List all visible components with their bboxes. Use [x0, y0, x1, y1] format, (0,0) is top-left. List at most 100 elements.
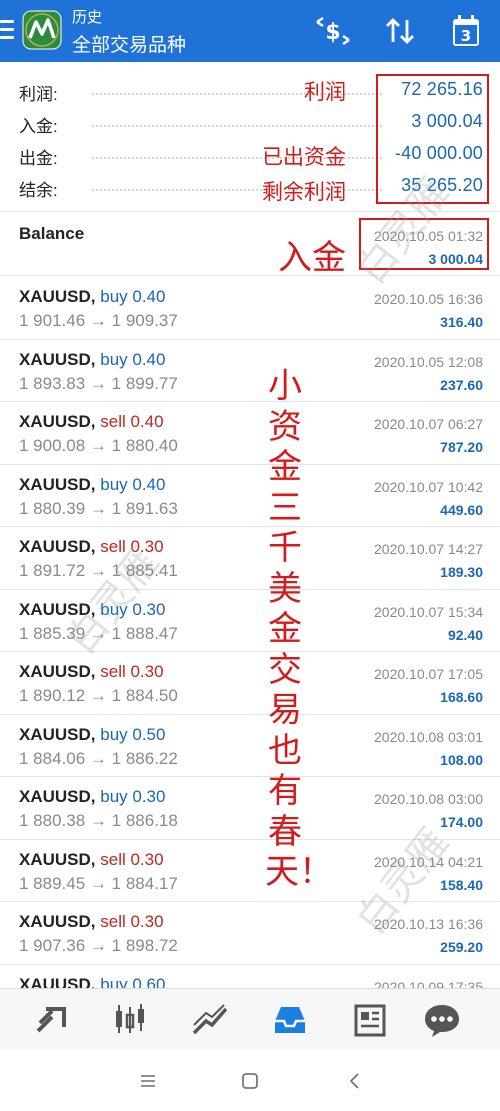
trade-row[interactable]: XAUUSD, sell 0.30 1 891.72 → 1 885.41 2020…	[0, 527, 500, 590]
trade-prices: 1 907.36 → 1 898.72	[19, 936, 178, 956]
symbol-label: XAUUSD,	[19, 537, 96, 556]
close-price: 1 886.22	[111, 748, 178, 768]
open-price: 1 884.06	[19, 748, 86, 768]
trade-time: 2020.10.05 12:08	[374, 353, 483, 370]
dotted-leader	[92, 125, 382, 127]
chat-icon[interactable]	[422, 1001, 462, 1039]
app-bar: 历史 全部交易品种 $ 3	[0, 0, 500, 62]
trade-side: buy 0.50	[100, 724, 166, 744]
symbol-label: XAUUSD,	[19, 349, 96, 369]
close-price: 1 899.77	[111, 373, 178, 393]
open-price: 1 900.08	[19, 436, 86, 455]
trade-row[interactable]: XAUUSD, buy 0.40 1 893.83 → 1 899.77 2020.…	[0, 340, 500, 402]
trade-time: 2020.10.07 15:34	[374, 603, 483, 620]
arrow-icon: →	[89, 311, 107, 330]
trade-profit: 174.00	[440, 814, 483, 830]
trade-row[interactable]: XAUUSD, sell 0.40 1 900.08 → 1 880.40 2020…	[0, 402, 500, 465]
trade-symbol: XAUUSD, buy 0.40	[19, 475, 165, 495]
trade-row[interactable]: XAUUSD, buy 0.30 1 880.38 → 1 886.18 2020.…	[0, 777, 500, 840]
close-price: 1 886.18	[111, 811, 178, 830]
sort-icon[interactable]	[380, 12, 420, 50]
back-icon[interactable]	[342, 1068, 368, 1094]
trade-profit: 787.20	[440, 439, 483, 455]
trade-symbol: XAUUSD, sell 0.30	[19, 537, 164, 557]
trade-prices: 1 901.46 → 1 909.37	[19, 311, 178, 331]
menu-icon[interactable]	[0, 18, 14, 42]
system-nav-bar	[0, 1050, 500, 1111]
news-icon[interactable]	[350, 1001, 390, 1039]
close-price: 1 909.37	[111, 311, 178, 330]
summary-label: 入金:	[19, 117, 58, 136]
trade-side: buy 0.40	[100, 349, 166, 369]
trade-side: buy 0.40	[100, 287, 166, 306]
trade-row[interactable]: XAUUSD, buy 0.40 1 880.39 → 1 891.63 2020.…	[0, 465, 500, 527]
trade-symbol: XAUUSD, buy 0.50	[19, 725, 165, 745]
trade-row[interactable]: XAUUSD, buy 0.50 1 884.06 → 1 886.22 2020.…	[0, 715, 500, 777]
open-price: 1 880.38	[19, 811, 86, 830]
trade-profit: 158.40	[440, 876, 483, 893]
symbol-label: XAUUSD,	[19, 912, 96, 931]
trade-prices: 1 880.39 → 1 891.63	[19, 499, 178, 519]
trade-row[interactable]: XAUUSD, buy 0.40 1 901.46 → 1 909.37 2020.…	[0, 277, 500, 340]
trade-icon[interactable]	[190, 1001, 230, 1039]
trade-side: sell 0.30	[100, 537, 164, 556]
calendar-icon[interactable]: 3	[446, 12, 486, 50]
arrow-icon: →	[89, 873, 107, 893]
trade-time: 2020.10.08 03:01	[374, 728, 483, 745]
recent-apps-icon[interactable]	[135, 1068, 161, 1094]
annotation-slogan: 小资金三千美金交易也有春天！	[265, 366, 333, 892]
trade-prices: 1 885.39 → 1 888.47	[19, 624, 178, 644]
arrow-icon: →	[89, 623, 107, 643]
history-icon[interactable]	[270, 1001, 310, 1039]
trade-profit: 108.00	[440, 751, 483, 768]
symbol-label: XAUUSD,	[19, 787, 96, 806]
trade-time: 2020.10.08 03:00	[374, 791, 483, 807]
trade-profit: 449.60	[440, 501, 483, 518]
trade-prices: 1 884.06 → 1 886.22	[19, 749, 178, 769]
trade-prices: 1 900.08 → 1 880.40	[19, 436, 178, 456]
symbol-label: XAUUSD,	[19, 849, 96, 869]
trade-row[interactable]: XAUUSD, buy 0.30 1 885.39 → 1 888.47 2020.…	[0, 590, 500, 652]
trade-prices: 1 889.45 → 1 884.17	[19, 874, 178, 894]
symbol-label: XAUUSD,	[19, 474, 96, 494]
trade-row[interactable]: XAUUSD, sell 0.30 1 890.12 → 1 884.50 2020…	[0, 652, 500, 715]
trade-row[interactable]: XAUUSD, sell 0.30 1 907.36 → 1 898.72 2020…	[0, 902, 500, 965]
trade-side: sell 0.40	[100, 412, 164, 431]
trade-time: 2020.10.07 17:05	[374, 666, 483, 682]
open-price: 1 889.45	[19, 873, 86, 893]
currency-filter-icon[interactable]: $	[313, 12, 353, 50]
trade-symbol: XAUUSD, sell 0.30	[19, 912, 164, 932]
trade-side: sell 0.30	[100, 912, 164, 931]
trade-prices: 1 891.72 → 1 885.41	[19, 561, 178, 581]
open-price: 1 893.83	[19, 373, 86, 393]
summary-label: 出金:	[19, 149, 58, 168]
trade-time: 2020.10.05 16:36	[374, 291, 483, 307]
trade-row[interactable]: XAUUSD, sell 0.30 1 889.45 → 1 884.17 2020…	[0, 840, 500, 902]
trade-symbol: XAUUSD, buy 0.30	[19, 600, 165, 620]
trade-symbol: XAUUSD, buy 0.40	[19, 287, 165, 307]
trade-symbol: XAUUSD, sell 0.40	[19, 412, 164, 432]
annotation-deposit: 入金	[278, 238, 346, 278]
page-title[interactable]: 全部交易品种	[72, 30, 186, 57]
trade-prices: 1 893.83 → 1 899.77	[19, 374, 178, 394]
trade-time: 2020.10.13 16:36	[374, 916, 483, 932]
trade-prices: 1 880.38 → 1 886.18	[19, 811, 178, 831]
symbol-label: XAUUSD,	[19, 412, 96, 431]
trade-time: 2020.10.07 10:42	[374, 478, 483, 495]
arrow-icon: →	[89, 436, 107, 455]
trade-profit: 189.30	[440, 564, 483, 580]
arrow-icon: →	[89, 561, 107, 580]
close-price: 1 880.40	[111, 436, 178, 455]
chart-icon[interactable]	[110, 1001, 150, 1039]
home-icon[interactable]	[237, 1068, 263, 1094]
arrow-icon: →	[89, 811, 107, 830]
symbol-label: XAUUSD,	[19, 287, 96, 306]
trade-side: sell 0.30	[100, 849, 164, 869]
annotation-remaining: 剩余利润	[262, 180, 346, 204]
trade-symbol: XAUUSD, sell 0.30	[19, 850, 164, 870]
quotes-icon[interactable]	[32, 1001, 72, 1039]
trade-profit: 316.40	[440, 314, 483, 330]
arrow-icon: →	[89, 686, 107, 705]
close-price: 1 891.63	[111, 498, 178, 518]
trade-side: buy 0.40	[100, 474, 166, 494]
